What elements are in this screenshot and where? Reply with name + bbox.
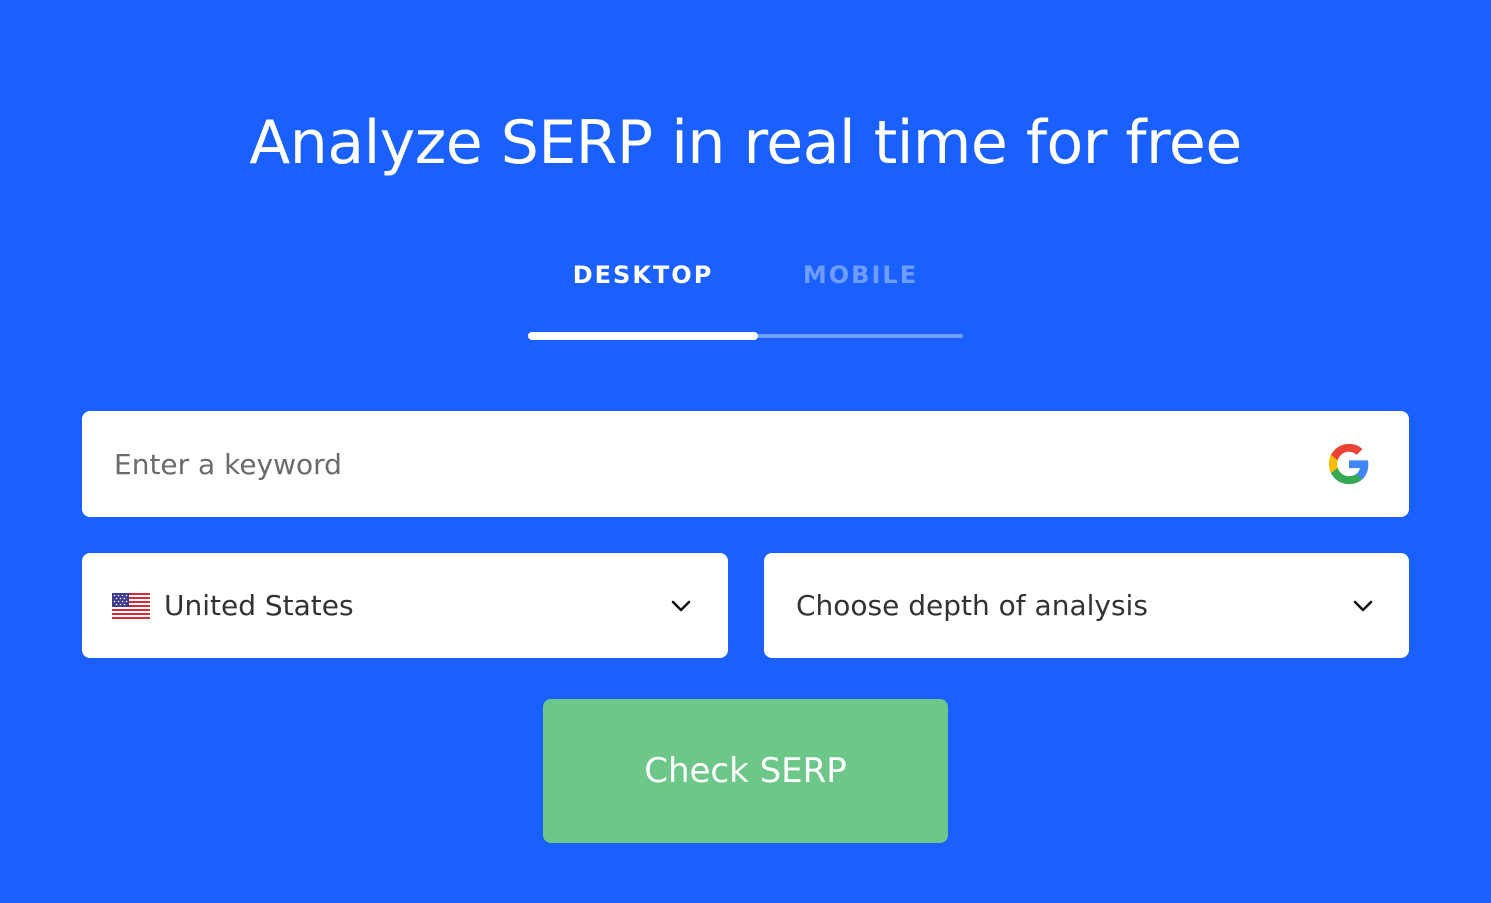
country-select-value: United States <box>164 589 354 622</box>
chevron-down-icon <box>1353 600 1373 612</box>
us-flag-icon <box>112 593 150 619</box>
country-select[interactable]: United States <box>82 553 728 658</box>
depth-select[interactable]: Choose depth of analysis <box>764 553 1409 658</box>
chevron-down-icon <box>671 600 691 612</box>
tab-active-indicator <box>528 332 758 340</box>
tab-desktop[interactable]: DESKTOP <box>528 258 758 292</box>
page-title: Analyze SERP in real time for free <box>249 108 1242 178</box>
keyword-input[interactable] <box>82 411 1302 517</box>
depth-select-value: Choose depth of analysis <box>796 589 1148 622</box>
check-serp-button[interactable]: Check SERP <box>543 699 948 843</box>
keyword-field <box>82 411 1409 517</box>
google-icon <box>1328 443 1369 485</box>
tab-mobile[interactable]: MOBILE <box>758 258 963 292</box>
